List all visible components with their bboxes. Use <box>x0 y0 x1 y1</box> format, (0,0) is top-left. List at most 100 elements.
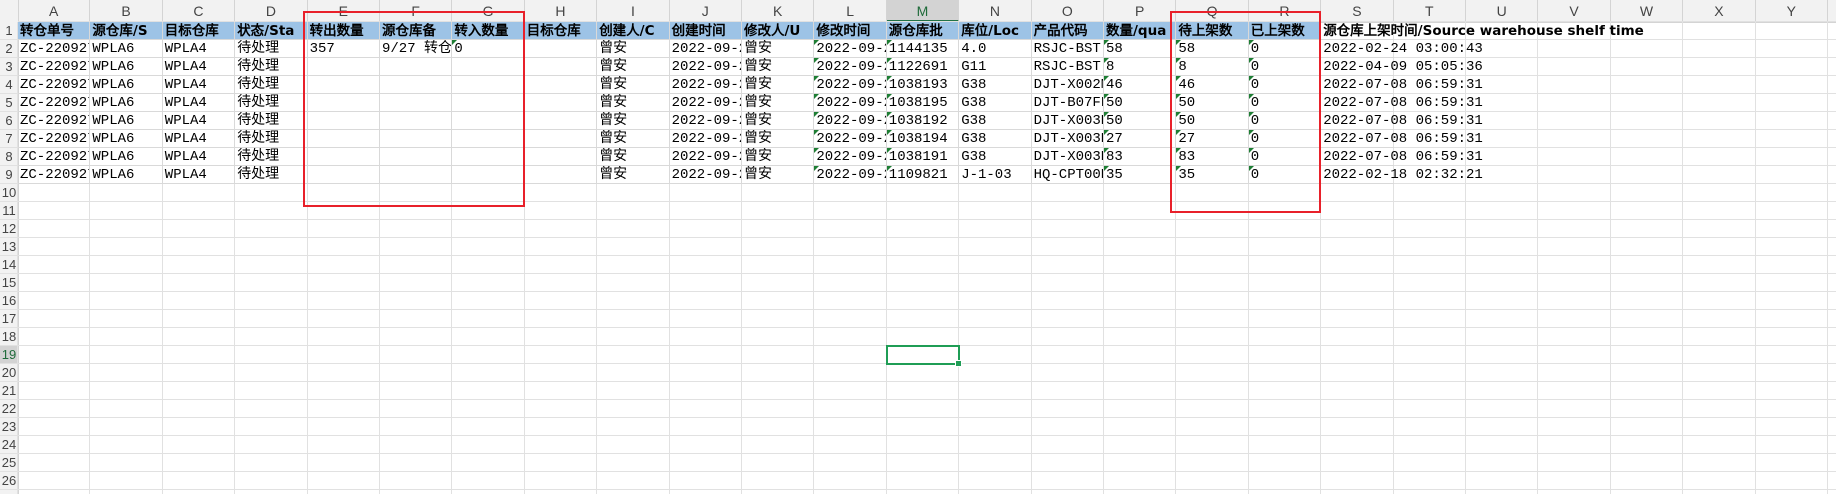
data-cell[interactable]: 2022-07-08 06:59:31 <box>1321 94 1483 112</box>
data-cell[interactable] <box>524 166 598 184</box>
column-header-v[interactable]: V <box>1538 0 1611 22</box>
data-cell[interactable]: 27 <box>1176 130 1249 148</box>
data-cell[interactable]: G11 <box>959 58 1032 76</box>
data-cell[interactable]: 1038193 <box>886 76 960 94</box>
column-header-g[interactable]: G <box>452 0 525 22</box>
data-cell[interactable]: 1144135 <box>886 40 960 58</box>
data-cell[interactable]: 0 <box>1248 40 1322 58</box>
data-cell[interactable]: 58 <box>1104 40 1177 58</box>
data-cell[interactable]: ZC-220927 <box>18 40 91 58</box>
column-header-y[interactable]: Y <box>1756 0 1828 22</box>
column-header-t[interactable]: T <box>1394 0 1466 22</box>
data-cell[interactable]: 357 <box>307 40 380 58</box>
data-cell[interactable]: 0 <box>1248 166 1322 184</box>
column-header-x[interactable]: X <box>1683 0 1756 22</box>
data-cell[interactable]: 曾安 <box>597 166 670 184</box>
column-header-i[interactable]: I <box>597 0 670 22</box>
data-cell[interactable]: 4.0 <box>959 40 1032 58</box>
data-cell[interactable] <box>380 58 453 76</box>
row-header-22[interactable]: 22 <box>0 400 18 418</box>
row-header-14[interactable]: 14 <box>0 256 18 274</box>
row-header-21[interactable]: 21 <box>0 382 18 400</box>
data-cell[interactable] <box>452 148 525 166</box>
data-cell[interactable] <box>307 94 380 112</box>
data-cell[interactable]: ZC-220927 <box>18 76 91 94</box>
header-cell[interactable]: 数量/qua <box>1104 22 1177 40</box>
row-header-5[interactable]: 5 <box>0 94 18 112</box>
data-cell[interactable] <box>524 94 598 112</box>
data-cell[interactable]: 2022-09-2 <box>814 76 887 94</box>
data-cell[interactable] <box>524 40 598 58</box>
data-cell[interactable]: 0 <box>1248 112 1322 130</box>
select-all-corner[interactable] <box>0 0 19 22</box>
column-header-r[interactable]: R <box>1249 0 1322 22</box>
data-cell[interactable]: 待处理 <box>235 40 308 58</box>
data-cell[interactable]: 曾安 <box>597 40 670 58</box>
row-header-25[interactable]: 25 <box>0 454 18 472</box>
data-cell[interactable]: DJT-X003B <box>1031 112 1104 130</box>
data-cell[interactable] <box>307 76 380 94</box>
header-cell[interactable]: 产品代码 <box>1031 22 1104 40</box>
data-cell[interactable]: 1038192 <box>886 112 960 130</box>
data-cell[interactable]: 2022-09-2 <box>669 112 742 130</box>
data-cell[interactable] <box>452 166 525 184</box>
header-cell[interactable]: 状态/Sta <box>235 22 308 40</box>
data-cell[interactable]: 50 <box>1176 112 1249 130</box>
data-cell[interactable] <box>452 130 525 148</box>
data-cell[interactable]: WPLA6 <box>90 58 163 76</box>
data-cell[interactable]: 2022-07-08 06:59:31 <box>1321 148 1483 166</box>
header-cell[interactable]: 已上架数 <box>1248 22 1322 40</box>
data-cell[interactable]: 46 <box>1176 76 1249 94</box>
header-cell[interactable]: 待上架数 <box>1176 22 1249 40</box>
column-header-f[interactable]: F <box>380 0 453 22</box>
data-cell[interactable]: WPLA4 <box>162 94 236 112</box>
data-cell[interactable] <box>380 130 453 148</box>
data-cell[interactable] <box>307 112 380 130</box>
data-cell[interactable]: 曾安 <box>742 130 815 148</box>
data-cell[interactable] <box>452 94 525 112</box>
data-cell[interactable] <box>307 148 380 166</box>
data-cell[interactable]: WPLA6 <box>90 94 163 112</box>
data-cell[interactable]: 2022-09-2 <box>814 130 887 148</box>
data-cell[interactable]: 2022-09-2 <box>669 166 742 184</box>
data-cell[interactable] <box>307 58 380 76</box>
data-cell[interactable]: WPLA6 <box>90 76 163 94</box>
column-header-b[interactable]: B <box>90 0 163 22</box>
data-cell[interactable]: 83 <box>1176 148 1249 166</box>
data-cell[interactable] <box>452 58 525 76</box>
column-header-s[interactable]: S <box>1321 0 1394 22</box>
data-cell[interactable]: 待处理 <box>235 58 308 76</box>
data-cell[interactable]: 待处理 <box>235 166 308 184</box>
data-cell[interactable]: WPLA6 <box>90 148 163 166</box>
data-cell[interactable] <box>380 148 453 166</box>
data-cell[interactable]: G38 <box>959 94 1032 112</box>
data-cell[interactable]: G38 <box>959 112 1032 130</box>
data-cell[interactable]: WPLA4 <box>162 112 236 130</box>
column-header-k[interactable]: K <box>742 0 815 22</box>
column-header-h[interactable]: H <box>525 0 598 22</box>
data-cell[interactable] <box>307 130 380 148</box>
data-cell[interactable]: 0 <box>1248 76 1322 94</box>
data-cell[interactable]: 2022-02-18 02:32:21 <box>1321 166 1483 184</box>
header-cell[interactable]: 转仓单号 <box>18 22 91 40</box>
data-cell[interactable]: J-1-03 <box>959 166 1032 184</box>
header-cell[interactable]: 转入数量 <box>452 22 525 40</box>
data-cell[interactable]: WPLA6 <box>90 40 163 58</box>
data-cell[interactable]: 曾安 <box>742 58 815 76</box>
header-cell[interactable]: 源仓库/S <box>90 22 163 40</box>
column-header-m[interactable]: M <box>886 0 960 22</box>
data-cell[interactable]: RSJC-BST- <box>1031 40 1104 58</box>
data-cell[interactable]: ZC-220927 <box>18 112 91 130</box>
header-cell[interactable]: 创建时间 <box>669 22 742 40</box>
column-header-e[interactable]: E <box>308 0 380 22</box>
data-cell[interactable]: 0 <box>1248 130 1322 148</box>
column-header-o[interactable]: O <box>1032 0 1104 22</box>
data-cell[interactable]: 曾安 <box>597 58 670 76</box>
data-cell[interactable] <box>380 76 453 94</box>
data-cell[interactable]: 2022-09-2 <box>814 40 887 58</box>
data-cell[interactable]: 待处理 <box>235 94 308 112</box>
data-cell[interactable]: 1109821 <box>886 166 960 184</box>
data-cell[interactable]: WPLA4 <box>162 40 236 58</box>
data-cell[interactable] <box>524 58 598 76</box>
data-cell[interactable]: 曾安 <box>742 112 815 130</box>
